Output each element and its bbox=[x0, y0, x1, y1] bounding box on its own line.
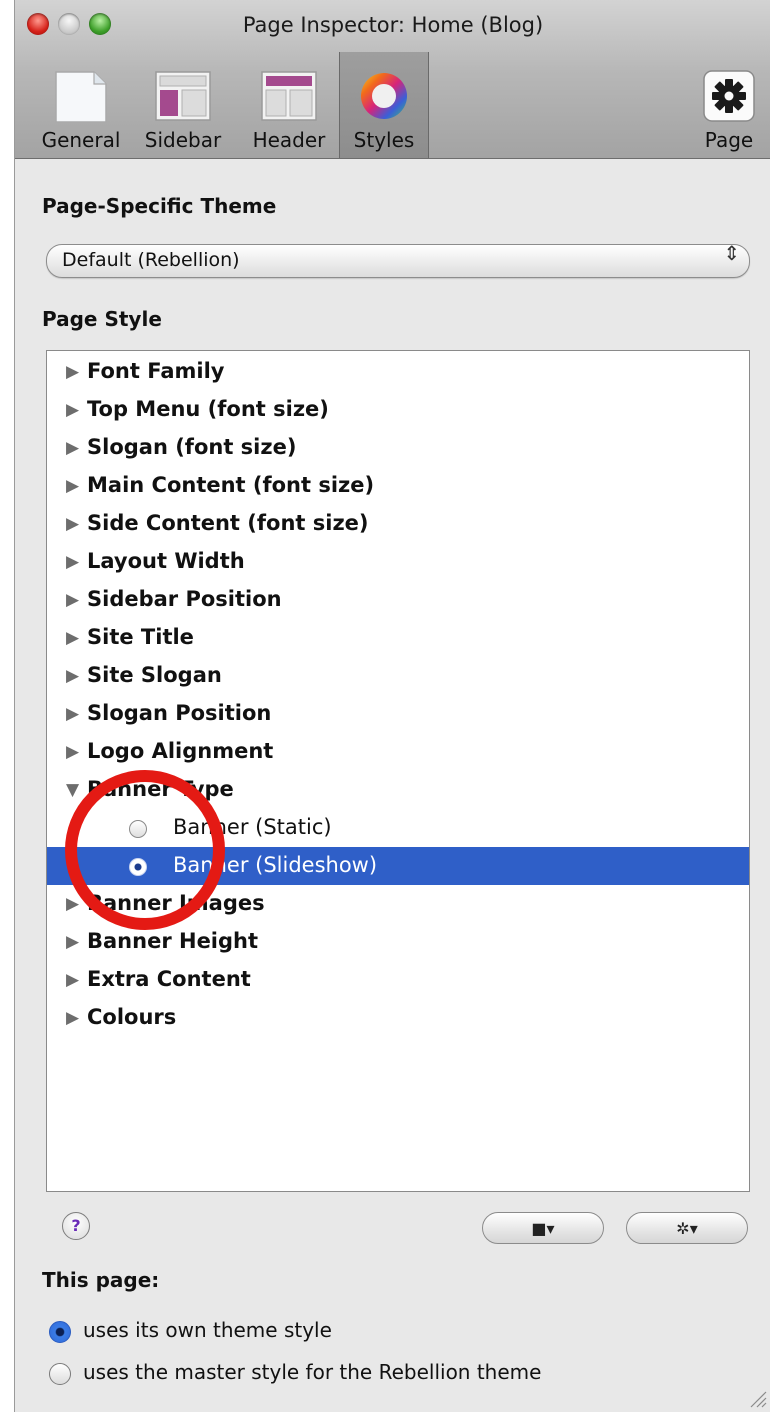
list-item-label: Colours bbox=[87, 1005, 177, 1029]
action-menu-button[interactable]: ✲▾ bbox=[626, 1212, 748, 1244]
expanded-triangle-icon[interactable]: ▼ bbox=[66, 780, 79, 800]
disclosure-triangle-icon[interactable]: ▶ bbox=[66, 742, 79, 762]
list-item-label: Banner Height bbox=[87, 929, 259, 953]
list-item[interactable]: ▶ Font Family bbox=[47, 353, 749, 391]
disclosure-triangle-icon[interactable]: ▶ bbox=[66, 476, 79, 496]
title-bar: Page Inspector: Home (Blog) bbox=[15, 0, 770, 52]
list-item-label: Layout Width bbox=[87, 549, 245, 573]
disclosure-triangle-icon[interactable]: ▶ bbox=[66, 666, 79, 686]
option-label: uses the master style for the Rebellion … bbox=[83, 1360, 542, 1384]
tab-sidebar[interactable]: Sidebar bbox=[137, 52, 229, 158]
disclosure-triangle-icon[interactable]: ▶ bbox=[66, 970, 79, 990]
tab-general[interactable]: General bbox=[29, 52, 133, 158]
list-item[interactable]: ▶ Extra Content bbox=[47, 961, 749, 999]
updown-arrows-icon: ⇕ bbox=[723, 241, 740, 265]
radio-button[interactable] bbox=[49, 1321, 71, 1343]
list-item-label: Logo Alignment bbox=[87, 739, 274, 763]
list-item[interactable]: ▶ Logo Alignment bbox=[47, 733, 749, 771]
list-item-label: Main Content (font size) bbox=[87, 473, 375, 497]
tab-sidebar-label: Sidebar bbox=[144, 128, 222, 152]
tab-header[interactable]: Header bbox=[243, 52, 335, 158]
disclosure-triangle-icon[interactable]: ▶ bbox=[66, 1008, 79, 1028]
list-item-label: Banner Type bbox=[87, 777, 234, 801]
list-item[interactable]: ▶ Site Slogan bbox=[47, 657, 749, 695]
list-item[interactable]: ▶ Side Content (font size) bbox=[47, 505, 749, 543]
page-button[interactable]: Page bbox=[693, 52, 765, 158]
toolbar: General Sidebar Header Styles Page bbox=[15, 52, 770, 158]
header-layout-icon bbox=[261, 71, 317, 121]
radio-button[interactable] bbox=[129, 820, 147, 838]
folder-icon: ■▾ bbox=[531, 1219, 555, 1238]
option-label: uses its own theme style bbox=[83, 1318, 332, 1342]
radio-button[interactable] bbox=[49, 1363, 71, 1385]
page-style-heading: Page Style bbox=[42, 307, 162, 331]
theme-select-value: Default (Rebellion) bbox=[62, 249, 240, 271]
list-item-label: Site Slogan bbox=[87, 663, 222, 687]
disclosure-triangle-icon[interactable]: ▶ bbox=[66, 590, 79, 610]
list-item[interactable]: ▶ Top Menu (font size) bbox=[47, 391, 749, 429]
disclosure-triangle-icon[interactable]: ▶ bbox=[66, 400, 79, 420]
resize-grip-icon[interactable] bbox=[747, 1388, 767, 1408]
page-inspector-window: Page Inspector: Home (Blog) General Side… bbox=[14, 0, 770, 1412]
window-chrome: Page Inspector: Home (Blog) General Side… bbox=[15, 0, 770, 159]
page-button-label: Page bbox=[704, 128, 754, 152]
list-item[interactable]: ▶ Banner Images bbox=[47, 885, 749, 923]
theme-select[interactable]: Default (Rebellion) ⇕ bbox=[46, 241, 750, 278]
page-style-list[interactable]: ▶ Font Family ▶ Top Menu (font size) ▶ S… bbox=[46, 350, 750, 1192]
list-item-label: Slogan Position bbox=[87, 701, 272, 725]
list-item-label: Slogan (font size) bbox=[87, 435, 297, 459]
window-title: Page Inspector: Home (Blog) bbox=[242, 13, 544, 37]
list-item[interactable]: ▶ Colours bbox=[47, 999, 749, 1037]
disclosure-triangle-icon[interactable]: ▶ bbox=[66, 438, 79, 458]
list-item-label: Site Title bbox=[87, 625, 194, 649]
tab-header-label: Header bbox=[252, 128, 326, 152]
disclosure-triangle-icon[interactable]: ▶ bbox=[66, 628, 79, 648]
blank-page-icon bbox=[55, 71, 107, 123]
disclosure-triangle-icon[interactable]: ▶ bbox=[66, 552, 79, 572]
tab-styles[interactable]: Styles bbox=[339, 52, 429, 158]
list-item[interactable]: ▼ Banner Type bbox=[47, 771, 749, 809]
disclosure-triangle-icon[interactable]: ▶ bbox=[66, 894, 79, 914]
list-item[interactable]: ▶ Banner Height bbox=[47, 923, 749, 961]
disclosure-triangle-icon[interactable]: ▶ bbox=[66, 704, 79, 724]
list-item[interactable]: ▶ Main Content (font size) bbox=[47, 467, 749, 505]
color-wheel-icon bbox=[361, 73, 407, 119]
tab-styles-label: Styles bbox=[353, 128, 415, 152]
tab-general-label: General bbox=[41, 128, 121, 152]
list-item[interactable]: ▶ Sidebar Position bbox=[47, 581, 749, 619]
radio-button[interactable] bbox=[129, 858, 147, 876]
help-button[interactable]: ? bbox=[62, 1212, 90, 1240]
folder-menu-button[interactable]: ■▾ bbox=[482, 1212, 604, 1244]
list-item[interactable]: ▶ Layout Width bbox=[47, 543, 749, 581]
list-item-label: Font Family bbox=[87, 359, 225, 383]
list-item-label: Side Content (font size) bbox=[87, 511, 369, 535]
disclosure-triangle-icon[interactable]: ▶ bbox=[66, 932, 79, 952]
list-item-label: Sidebar Position bbox=[87, 587, 282, 611]
this-page-heading: This page: bbox=[42, 1268, 160, 1292]
sidebar-layout-icon bbox=[155, 71, 211, 121]
disclosure-triangle-icon[interactable]: ▶ bbox=[66, 514, 79, 534]
list-item[interactable]: ▶ Site Title bbox=[47, 619, 749, 657]
gear-icon: ✲▾ bbox=[676, 1219, 698, 1238]
list-item-label: Banner (Static) bbox=[173, 815, 332, 839]
list-item-label: Extra Content bbox=[87, 967, 251, 991]
banner-static-option[interactable]: Banner (Static) bbox=[47, 809, 749, 847]
list-item[interactable]: ▶ Slogan (font size) bbox=[47, 429, 749, 467]
page-specific-theme-heading: Page-Specific Theme bbox=[42, 194, 277, 218]
gear-icon bbox=[703, 70, 755, 122]
list-item-label: Banner (Slideshow) bbox=[173, 853, 378, 877]
list-item-label: Banner Images bbox=[87, 891, 265, 915]
banner-slideshow-option[interactable]: Banner (Slideshow) bbox=[47, 847, 749, 885]
list-item-label: Top Menu (font size) bbox=[87, 397, 329, 421]
disclosure-triangle-icon[interactable]: ▶ bbox=[66, 362, 79, 382]
list-item[interactable]: ▶ Slogan Position bbox=[47, 695, 749, 733]
